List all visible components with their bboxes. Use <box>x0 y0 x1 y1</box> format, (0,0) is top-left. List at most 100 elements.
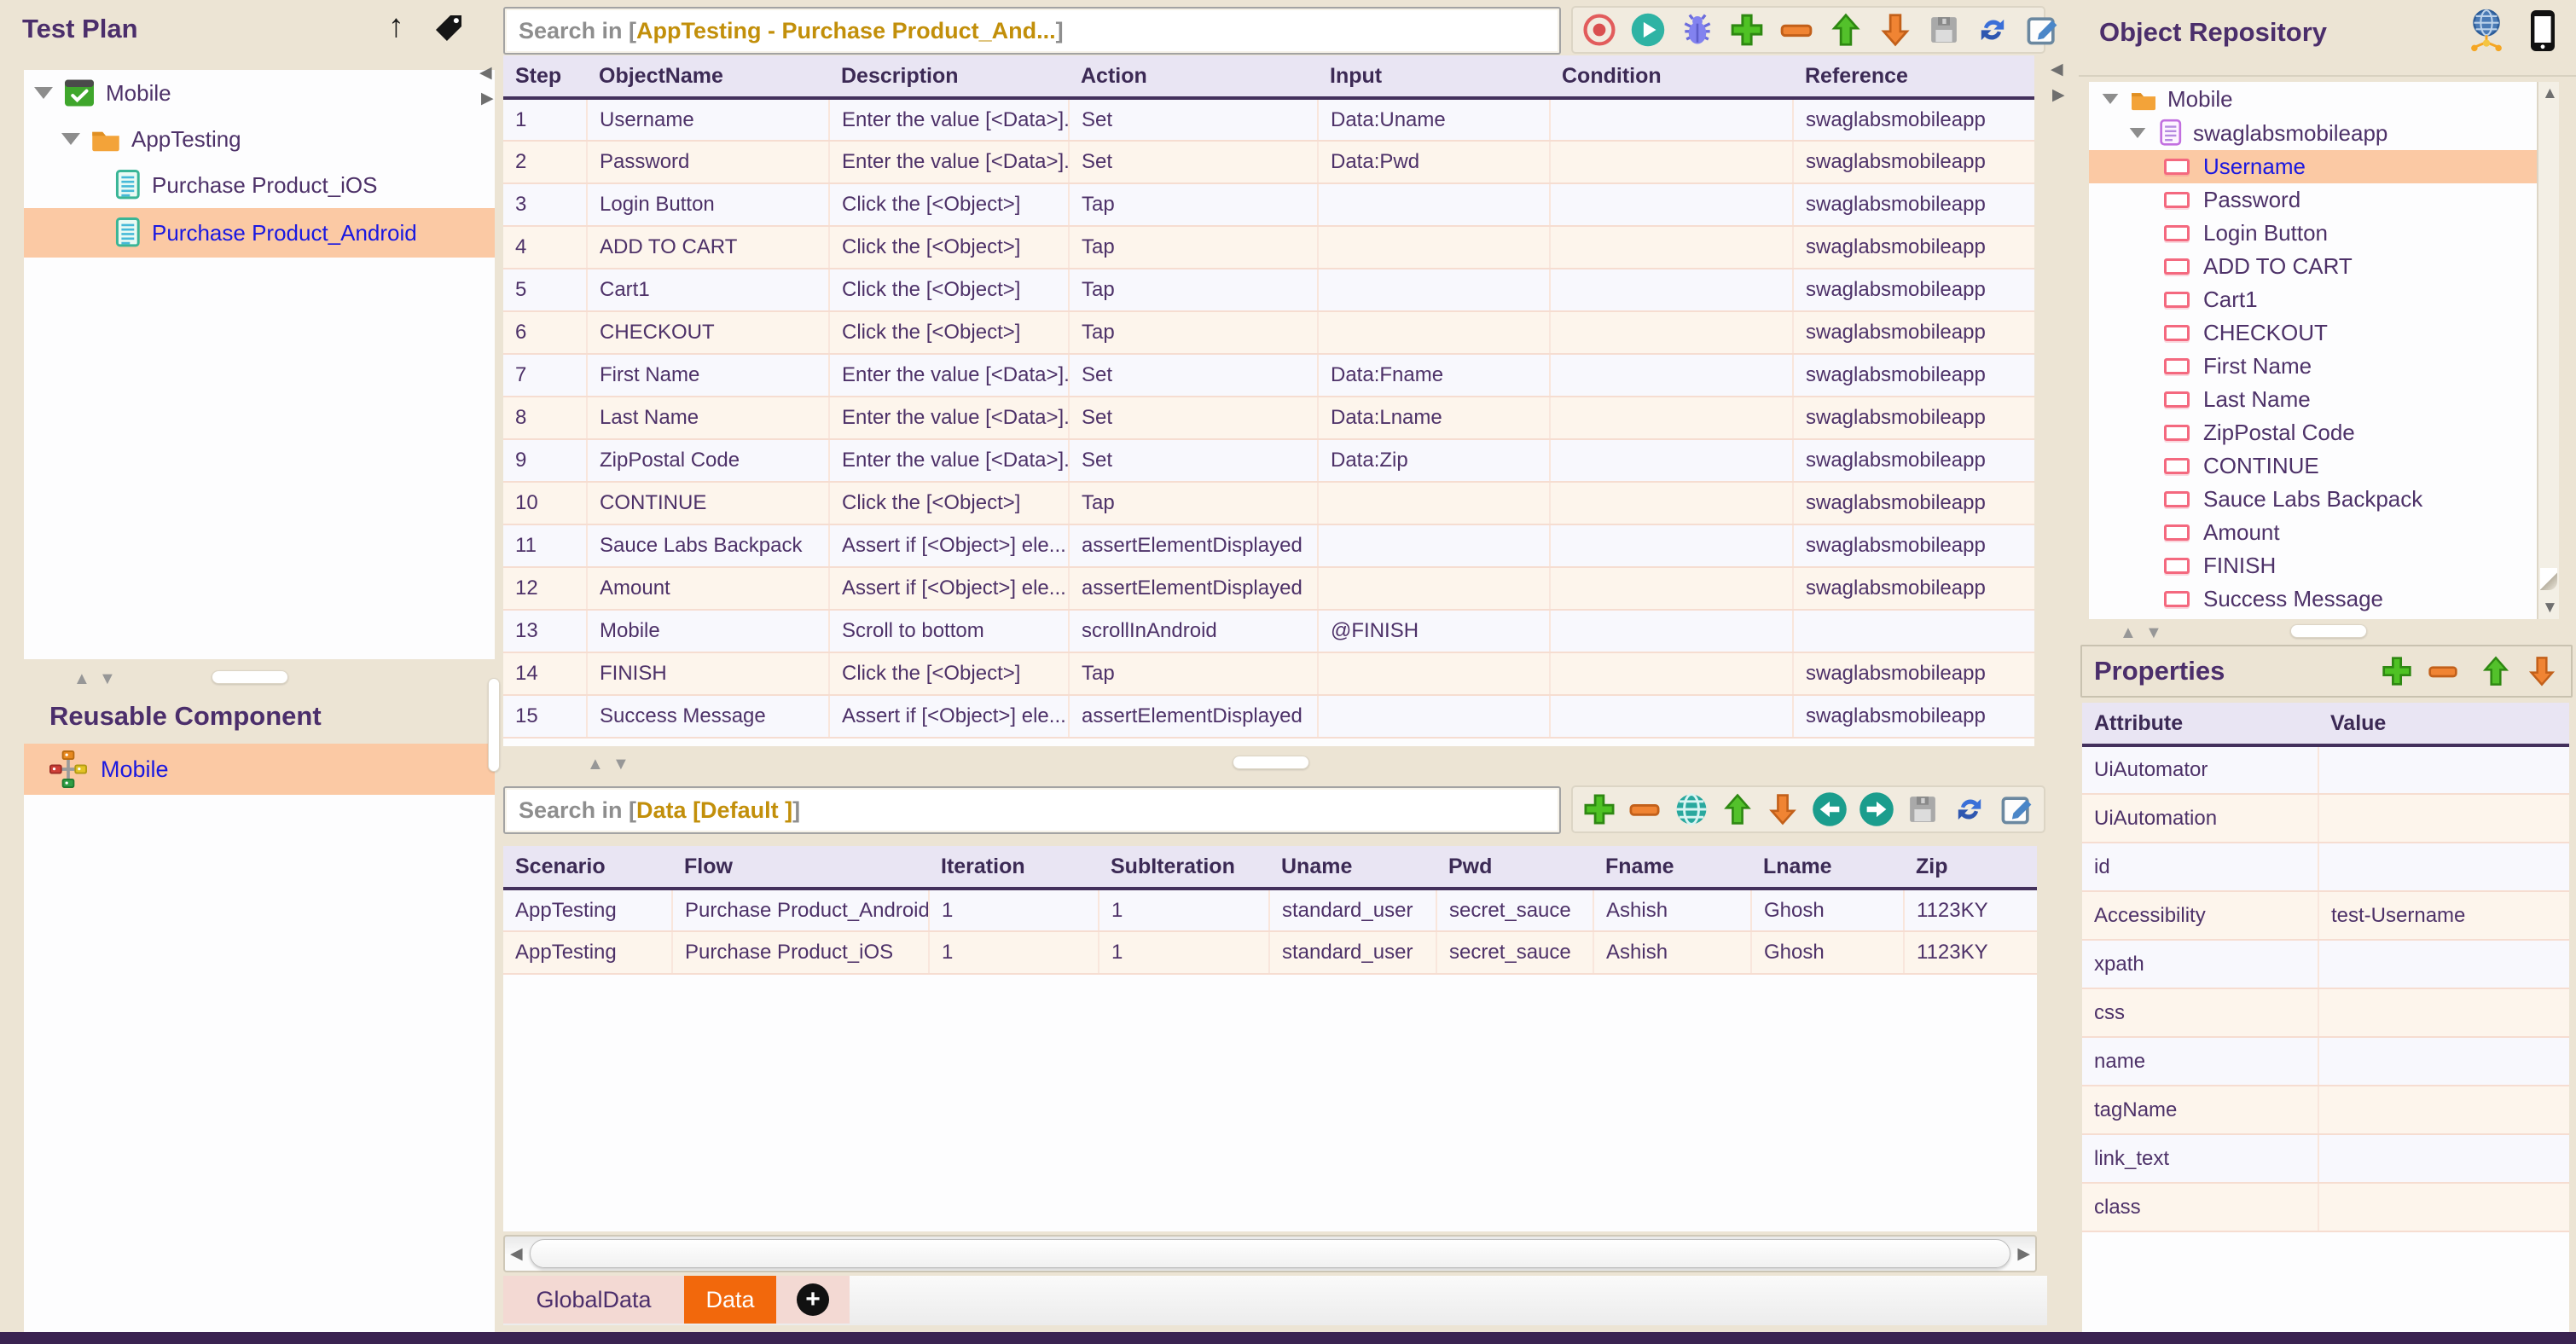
step-row[interactable]: 11 Sauce Labs Backpack Assert if [<Objec… <box>503 524 2034 567</box>
cell-description[interactable]: Enter the value [<Data>]... <box>829 397 1069 439</box>
cell-condition[interactable] <box>1550 226 1793 269</box>
cell-action[interactable]: Tap <box>1069 652 1318 695</box>
step-row[interactable]: 12 Amount Assert if [<Object>] ele... as… <box>503 567 2034 610</box>
repo-object-item[interactable]: Password <box>2089 183 2559 217</box>
cell-reference[interactable]: swaglabsmobileapp <box>1793 141 2034 183</box>
cell-object-name[interactable]: First Name <box>587 354 829 397</box>
splitter-left-arrow[interactable]: ◀ <box>479 65 492 81</box>
splitter-collapse-down[interactable]: ▼ <box>99 670 116 687</box>
cell-attribute[interactable]: UiAutomation <box>2082 794 2318 843</box>
chevron-down-icon[interactable] <box>2130 128 2146 138</box>
scroll-down-icon[interactable]: ▼ <box>2542 600 2558 616</box>
cell-reference[interactable]: swaglabsmobileapp <box>1793 567 2034 610</box>
cell-iteration[interactable]: 1 <box>929 889 1099 931</box>
edit-icon[interactable] <box>2023 11 2061 49</box>
props-splitter-handle[interactable] <box>2290 624 2367 638</box>
prev-icon[interactable] <box>1811 791 1848 828</box>
cell-step[interactable]: 8 <box>503 397 587 439</box>
scroll-up-icon[interactable]: ▲ <box>2542 85 2558 101</box>
splitter-left-arrow[interactable]: ◀ <box>2051 61 2063 78</box>
tree-item-purchase-android[interactable]: Purchase Product_Android <box>24 208 495 258</box>
cell-action[interactable]: Tap <box>1069 269 1318 311</box>
cell-uname[interactable]: standard_user <box>1269 889 1436 931</box>
cell-input[interactable]: Data:Lname <box>1318 397 1550 439</box>
cell-action[interactable]: Set <box>1069 354 1318 397</box>
cell-step[interactable]: 5 <box>503 269 587 311</box>
repo-object-item[interactable]: CONTINUE <box>2089 449 2559 483</box>
repo-object-item[interactable]: Sauce Labs Backpack <box>2089 483 2559 516</box>
cell-attribute[interactable]: UiAutomator <box>2082 745 2318 794</box>
cell-condition[interactable] <box>1550 652 1793 695</box>
cell-condition[interactable] <box>1550 354 1793 397</box>
property-row[interactable]: xpath <box>2082 940 2569 988</box>
cell-object-name[interactable]: Last Name <box>587 397 829 439</box>
cell-object-name[interactable]: ZipPostal Code <box>587 439 829 482</box>
remove-property-icon[interactable] <box>2426 654 2460 688</box>
remove-row-icon[interactable] <box>1627 791 1662 827</box>
network-globe-icon[interactable] <box>2464 7 2509 55</box>
cell-reference[interactable]: swaglabsmobileapp <box>1793 269 2034 311</box>
tree-item-mobile[interactable]: Mobile <box>24 70 495 116</box>
debug-bug-icon[interactable] <box>1679 11 1716 49</box>
property-row[interactable]: name <box>2082 1037 2569 1086</box>
cell-reference[interactable]: swaglabsmobileapp <box>1793 354 2034 397</box>
cell-action[interactable]: Set <box>1069 98 1318 141</box>
chevron-down-icon[interactable] <box>61 133 80 145</box>
cell-pwd[interactable]: secret_sauce <box>1436 931 1593 974</box>
splitter-handle[interactable] <box>212 670 288 684</box>
cell-flow[interactable]: Purchase Product_Android <box>672 889 929 931</box>
cell-condition[interactable] <box>1550 482 1793 524</box>
cell-object-name[interactable]: Mobile <box>587 610 829 652</box>
cell-description[interactable]: Click the [<Object>] <box>829 269 1069 311</box>
repo-root-mobile[interactable]: Mobile <box>2089 82 2559 116</box>
tab-globaldata[interactable]: GlobalData <box>503 1276 684 1324</box>
cell-attribute[interactable]: class <box>2082 1183 2318 1231</box>
property-row[interactable]: UiAutomator <box>2082 745 2569 794</box>
tab-data[interactable]: Data <box>684 1276 776 1324</box>
splitter-collapse-up[interactable]: ▲ <box>73 670 90 687</box>
cell-attribute[interactable]: link_text <box>2082 1134 2318 1183</box>
repo-object-item[interactable]: Amount <box>2089 516 2559 549</box>
cell-object-name[interactable]: Sauce Labs Backpack <box>587 524 829 567</box>
repo-object-item[interactable]: CHECKOUT <box>2089 316 2559 350</box>
cell-action[interactable]: Tap <box>1069 183 1318 226</box>
cell-reference[interactable]: swaglabsmobileapp <box>1793 524 2034 567</box>
props-splitter-up[interactable]: ▲ <box>2120 624 2137 641</box>
step-row[interactable]: 4 ADD TO CART Click the [<Object>] Tap s… <box>503 226 2034 269</box>
property-row[interactable]: link_text <box>2082 1134 2569 1183</box>
cell-step[interactable]: 4 <box>503 226 587 269</box>
cell-reference[interactable]: swaglabsmobileapp <box>1793 652 2034 695</box>
cell-description[interactable]: Click the [<Object>] <box>829 482 1069 524</box>
cell-condition[interactable] <box>1550 141 1793 183</box>
cell-iteration[interactable]: 1 <box>929 931 1099 974</box>
add-data-sheet-tab[interactable]: + <box>776 1276 850 1324</box>
cell-input[interactable] <box>1318 311 1550 354</box>
cell-object-name[interactable]: FINISH <box>587 652 829 695</box>
cell-description[interactable]: Assert if [<Object>] ele... <box>829 524 1069 567</box>
cell-pwd[interactable]: secret_sauce <box>1436 889 1593 931</box>
repo-group-swaglabsmobileapp[interactable]: swaglabsmobileapp <box>2089 116 2559 150</box>
cell-condition[interactable] <box>1550 524 1793 567</box>
cell-reference[interactable]: swaglabsmobileapp <box>1793 695 2034 738</box>
cell-reference[interactable]: swaglabsmobileapp <box>1793 98 2034 141</box>
cell-lname[interactable]: Ghosh <box>1751 931 1904 974</box>
move-step-down-icon[interactable] <box>1877 11 1914 49</box>
cell-attribute[interactable]: Accessibility <box>2082 891 2318 940</box>
cell-input[interactable] <box>1318 226 1550 269</box>
cell-description[interactable]: Click the [<Object>] <box>829 652 1069 695</box>
vertical-splitter-handle[interactable] <box>488 678 500 772</box>
step-row[interactable]: 6 CHECKOUT Click the [<Object>] Tap swag… <box>503 311 2034 354</box>
scroll-left-icon[interactable]: ◀ <box>510 1246 523 1262</box>
step-row[interactable]: 14 FINISH Click the [<Object>] Tap swagl… <box>503 652 2034 695</box>
cell-step[interactable]: 6 <box>503 311 587 354</box>
cell-step[interactable]: 14 <box>503 652 587 695</box>
cell-fname[interactable]: Ashish <box>1593 889 1751 931</box>
cell-action[interactable]: Tap <box>1069 311 1318 354</box>
globe-icon[interactable] <box>1673 791 1710 828</box>
cell-action[interactable]: Tap <box>1069 482 1318 524</box>
cell-subiteration[interactable]: 1 <box>1099 931 1269 974</box>
cell-step[interactable]: 15 <box>503 695 587 738</box>
cell-scenario[interactable]: AppTesting <box>503 889 672 931</box>
steps-search-input[interactable]: Search in [ AppTesting - Purchase Produc… <box>503 7 1561 55</box>
repo-object-item[interactable]: Username <box>2089 150 2559 183</box>
